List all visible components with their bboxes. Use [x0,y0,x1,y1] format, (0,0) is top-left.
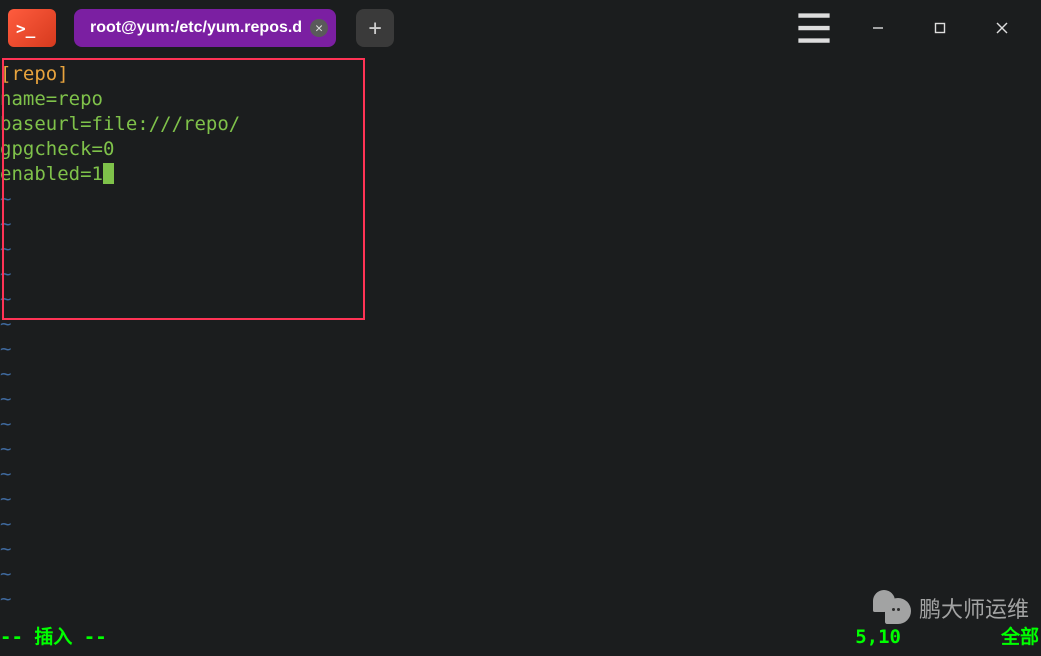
editor-content: [repo]name=repobaseurl=file:///repo/gpgc… [0,62,1041,612]
terminal-icon-glyph: >_ [16,19,35,38]
editor-empty-line: ~ [0,337,1041,362]
editor-empty-line: ~ [0,412,1041,437]
editor-empty-line: ~ [0,237,1041,262]
watermark: 鹏大师运维 [873,590,1029,626]
close-icon [995,21,1009,35]
window-controls [847,8,1033,48]
editor-empty-line: ~ [0,187,1041,212]
watermark-text: 鹏大师运维 [919,592,1029,624]
tab-title: root@yum:/etc/yum.repos.d [90,19,302,37]
editor-empty-line: ~ [0,437,1041,462]
vim-scroll-indicator: 全部 [1001,625,1039,650]
hamburger-icon [789,3,839,53]
new-tab-button[interactable]: + [356,9,394,47]
editor-empty-line: ~ [0,312,1041,337]
editor-line: [repo] [0,62,1041,87]
text-cursor [103,163,114,184]
minimize-icon [871,21,885,35]
editor-empty-line: ~ [0,362,1041,387]
maximize-button[interactable] [909,8,971,48]
titlebar: >_ root@yum:/etc/yum.repos.d ✕ + [0,0,1041,56]
editor-empty-line: ~ [0,387,1041,412]
editor-empty-line: ~ [0,287,1041,312]
editor-line: gpgcheck=0 [0,137,1041,162]
vim-cursor-position: 5,10 [855,625,901,650]
vim-mode: -- 插入 -- [0,625,107,650]
terminal-viewport[interactable]: [repo]name=repobaseurl=file:///repo/gpgc… [0,56,1041,656]
menu-button[interactable] [789,8,839,48]
wechat-icon [873,590,913,626]
tab-active[interactable]: root@yum:/etc/yum.repos.d ✕ [74,9,336,47]
editor-empty-line: ~ [0,537,1041,562]
editor-empty-line: ~ [0,462,1041,487]
editor-line: baseurl=file:///repo/ [0,112,1041,137]
editor-empty-line: ~ [0,212,1041,237]
editor-empty-line: ~ [0,487,1041,512]
editor-empty-line: ~ [0,562,1041,587]
app-icon: >_ [8,9,56,47]
editor-line: name=repo [0,87,1041,112]
editor-line: enabled=1 [0,162,1041,187]
plus-icon: + [368,16,381,41]
maximize-icon [933,21,947,35]
editor-empty-line: ~ [0,262,1041,287]
close-icon[interactable]: ✕ [310,19,328,37]
close-button[interactable] [971,8,1033,48]
minimize-button[interactable] [847,8,909,48]
vim-status-bar: -- 插入 -- 5,10 全部 [0,625,1041,650]
editor-empty-line: ~ [0,512,1041,537]
